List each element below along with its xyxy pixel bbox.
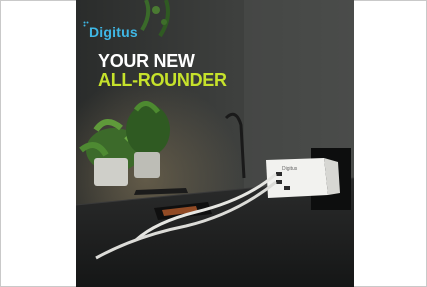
charger — [266, 158, 340, 198]
headline-line-1: YOUR NEW — [98, 51, 195, 71]
brand-logo: Digitus — [83, 21, 138, 40]
headline-line-2: ALL-ROUNDER — [98, 70, 227, 90]
ad-headline: YOUR NEW ALL-ROUNDER — [98, 52, 227, 90]
brand-name: Digitus — [89, 24, 138, 40]
charger-label: Digitus — [282, 166, 298, 172]
brand-dots-icon — [83, 21, 89, 27]
ad-scene — [76, 0, 354, 287]
product-ad-image[interactable]: Digitus YOUR NEW ALL-ROUNDER Digitus — [76, 0, 354, 287]
